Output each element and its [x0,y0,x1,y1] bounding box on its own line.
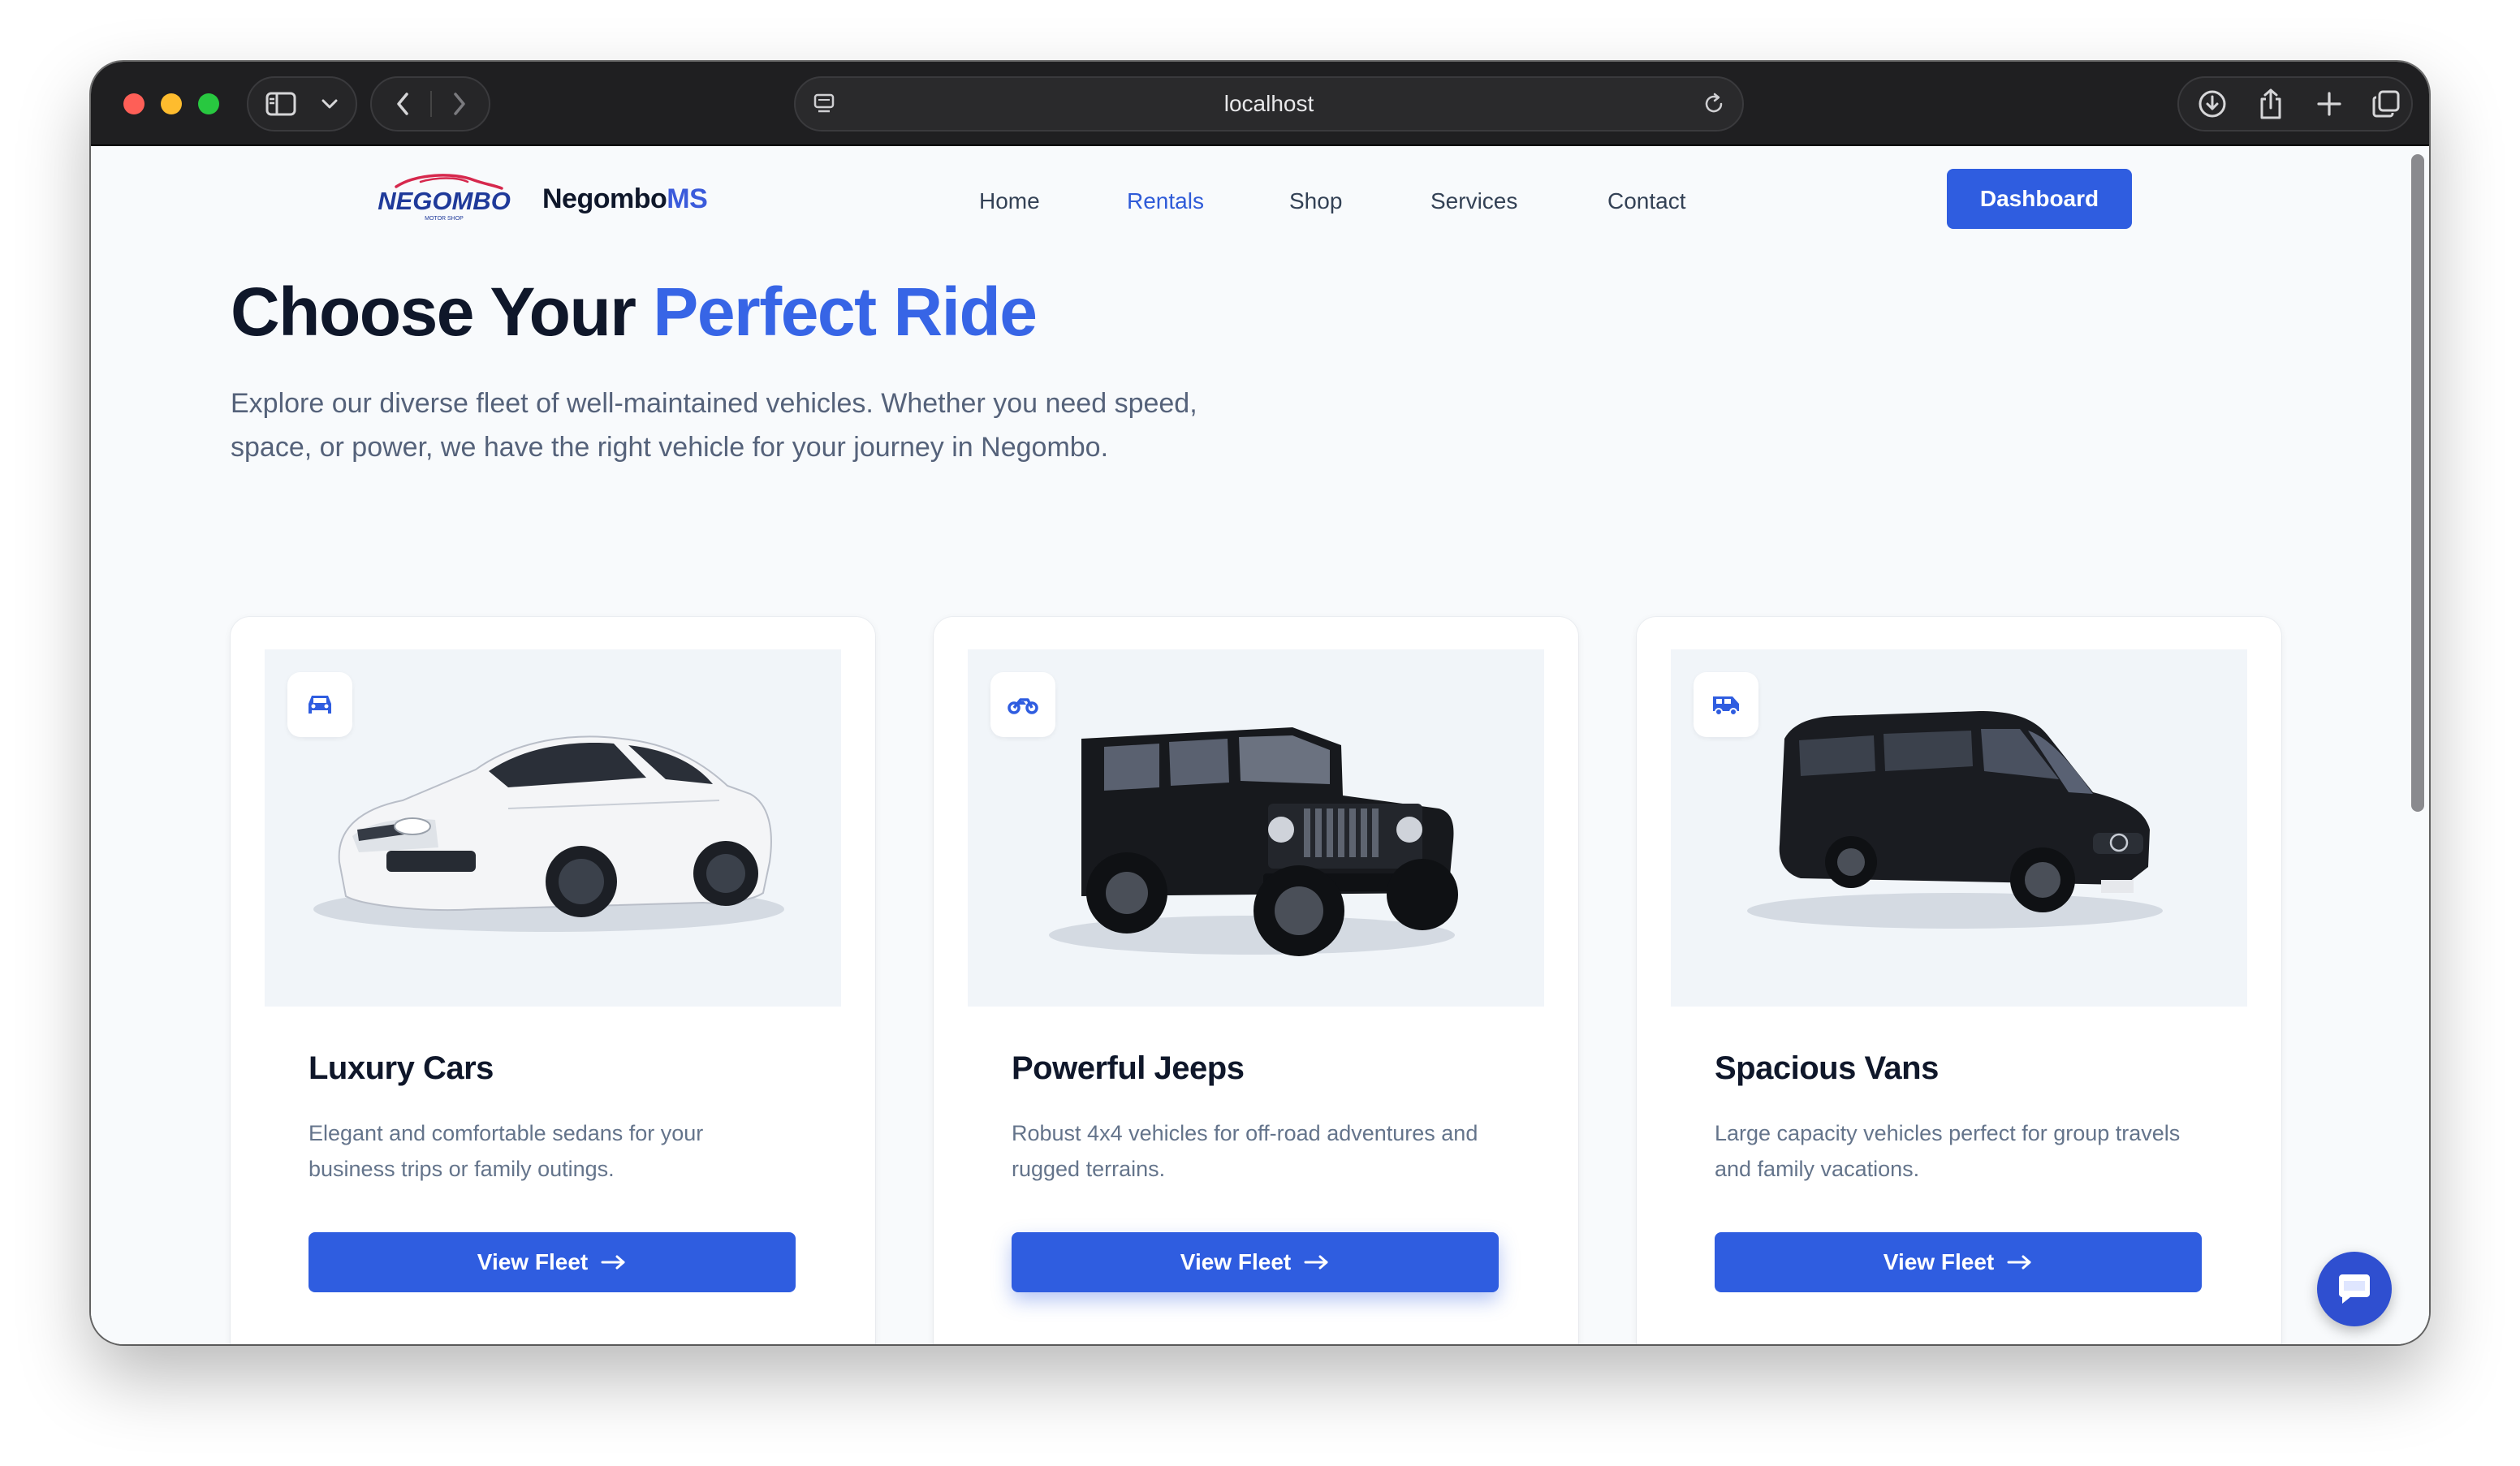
svg-text:NEGOMBO: NEGOMBO [378,187,511,215]
card-description: Robust 4x4 vehicles for off-road adventu… [1012,1121,1478,1181]
view-fleet-label: View Fleet [1180,1249,1292,1274]
view-fleet-button-jeeps[interactable]: View Fleet [1012,1232,1499,1292]
reload-icon[interactable] [1702,92,1726,116]
dashboard-button[interactable]: Dashboard [1947,169,2132,229]
tab-overview-icon[interactable] [2359,78,2413,130]
chat-bubble-icon [2339,1274,2370,1304]
nav-link-rentals[interactable]: Rentals [1127,188,1204,214]
hero-title-accent: Perfect Ride [653,274,1038,350]
van-icon [1713,696,1739,716]
card-title: Spacious Vans [1715,1050,1939,1086]
forward-arrow-icon[interactable] [434,78,485,130]
brand-name[interactable]: NegomboMS [542,183,708,215]
van-badge [1694,672,1758,737]
motorcycle-icon [1008,698,1038,714]
zoom-window-button[interactable] [198,93,219,114]
view-fleet-label: View Fleet [477,1249,589,1274]
url-text: localhost [1223,91,1314,116]
svg-text:MOTOR SHOP: MOTOR SHOP [425,216,464,222]
vehicle-card-luxury-cars: Luxury Cars Elegant and comfortable seda… [231,617,875,1344]
share-icon[interactable] [2244,78,2298,130]
close-window-button[interactable] [123,93,145,114]
new-tab-icon[interactable] [2302,78,2356,130]
vehicle-image-van [1671,649,2247,1007]
vehicle-image-car [265,649,841,1007]
brand-accent: MS [667,183,708,214]
browser-window: localhost NEGOMBO MOTOR SHOP NegomboMS H… [91,62,2429,1344]
browser-toolbar: localhost [91,62,2429,146]
nav-link-home[interactable]: Home [979,188,1040,214]
view-fleet-label: View Fleet [1883,1249,1995,1274]
chevron-down-icon[interactable] [312,78,347,130]
car-icon [309,696,331,714]
nav-link-shop[interactable]: Shop [1289,188,1342,214]
browser-actions-group [2177,76,2413,132]
hero-description: Explore our diverse fleet of well-mainta… [231,388,1197,463]
minimize-window-button[interactable] [161,93,182,114]
vehicle-card-powerful-jeeps: Powerful Jeeps Robust 4x4 vehicles for o… [934,617,1578,1344]
download-icon[interactable] [2186,78,2239,130]
negombo-logo[interactable]: NEGOMBO MOTOR SHOP [372,169,516,224]
card-title: Luxury Cars [309,1050,494,1086]
card-description: Large capacity vehicles perfect for grou… [1715,1121,2181,1181]
sidebar-icon[interactable] [257,78,305,130]
site-navbar: NEGOMBO MOTOR SHOP NegomboMS Home Rental… [91,148,2429,252]
arrow-right-icon [601,1255,625,1270]
brand-main: Negombo [542,183,667,214]
hero-title: Choose Your Perfect Ride [231,273,1038,351]
view-fleet-button-vans[interactable]: View Fleet [1715,1232,2202,1292]
arrow-right-icon [2007,1255,2031,1270]
vertical-scrollbar[interactable] [2411,154,2424,812]
hero-title-main: Choose Your [231,274,654,350]
vehicle-card-spacious-vans: Spacious Vans Large capacity vehicles pe… [1637,617,2281,1344]
nav-link-contact[interactable]: Contact [1607,188,1686,214]
address-bar[interactable]: localhost [794,76,1744,132]
car-badge [287,672,352,737]
vehicle-image-jeep [968,649,1544,1007]
chat-widget-button[interactable] [2317,1252,2392,1326]
jeep-badge [990,672,1055,737]
back-arrow-icon[interactable] [377,78,429,130]
card-title: Powerful Jeeps [1012,1050,1245,1086]
arrow-right-icon [1304,1255,1328,1270]
sidebar-toggle-group [247,76,357,132]
history-nav-group [370,76,490,132]
card-description: Elegant and comfortable sedans for your … [309,1121,704,1181]
nav-link-services[interactable]: Services [1430,188,1517,214]
web-page: NEGOMBO MOTOR SHOP NegomboMS Home Rental… [91,148,2429,1344]
view-fleet-button-cars[interactable]: View Fleet [309,1232,796,1292]
